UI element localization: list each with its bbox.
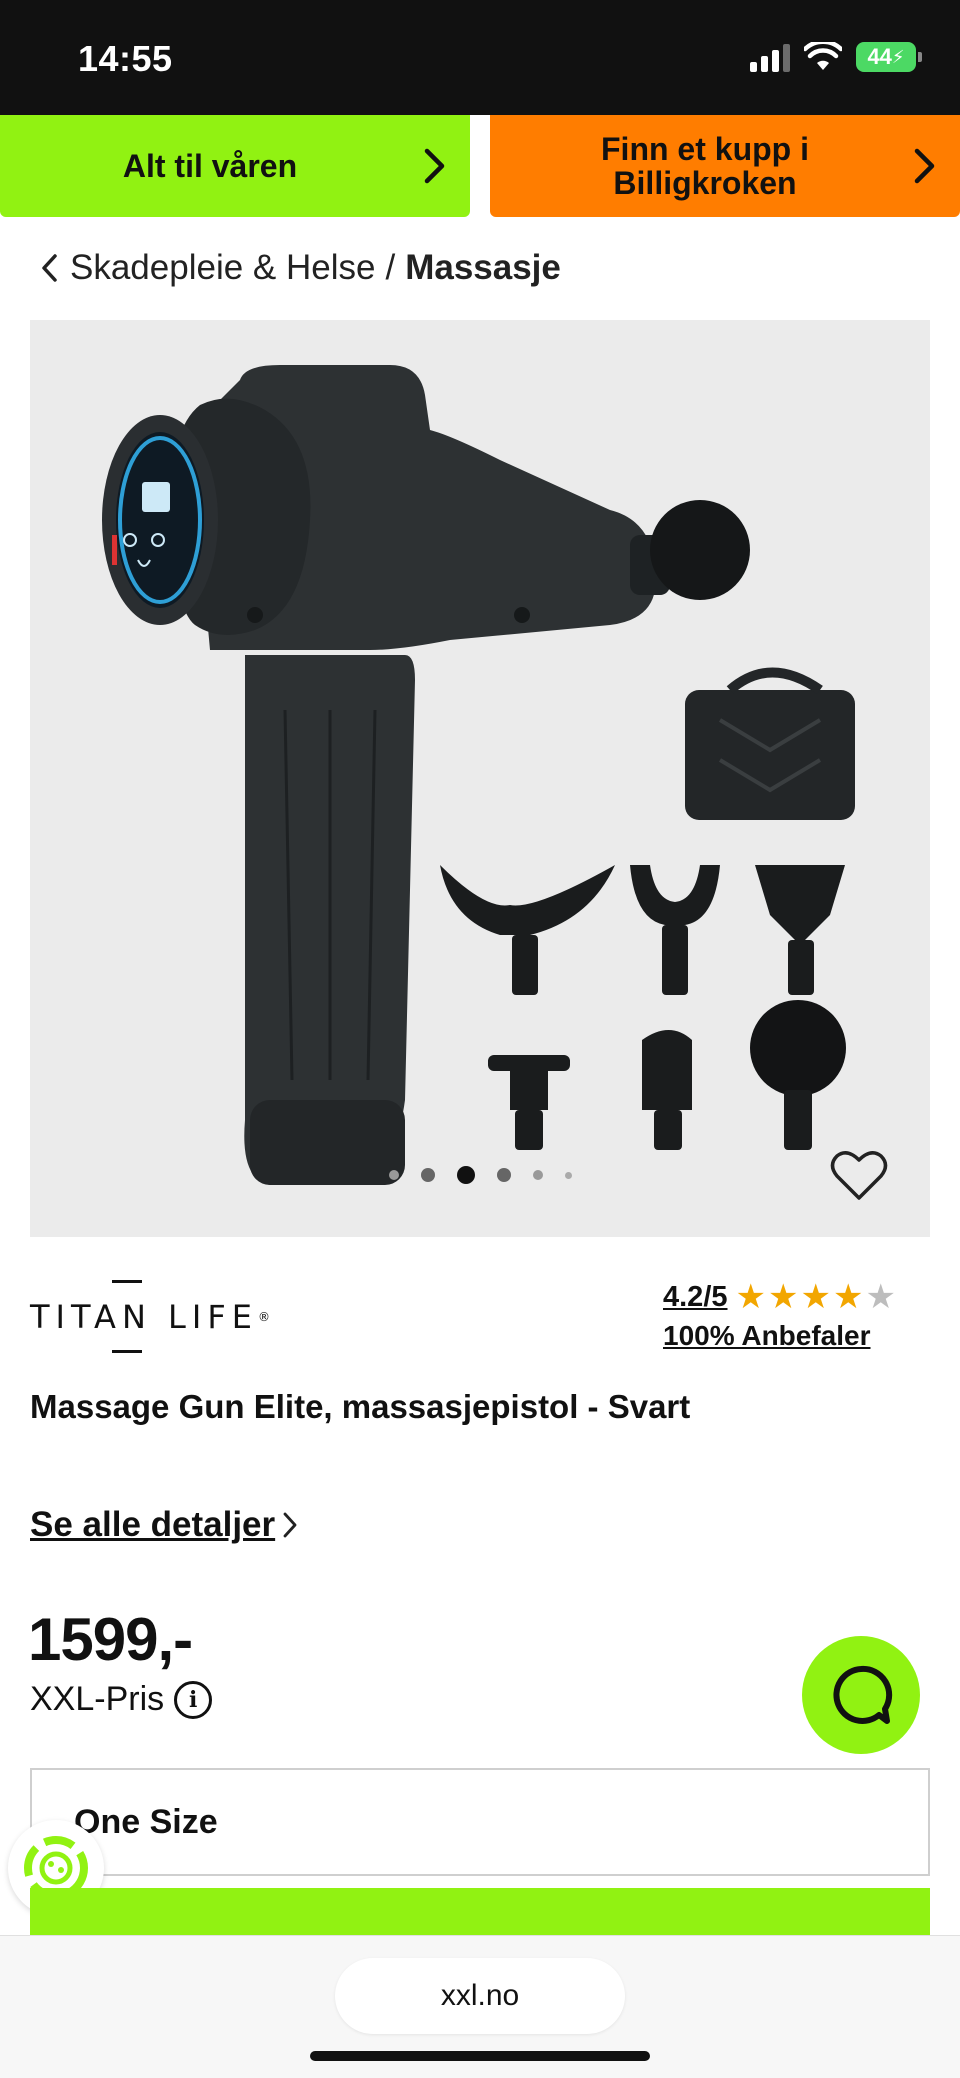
breadcrumb: Skadepleie & Helse / Massasje (40, 248, 561, 288)
home-indicator (310, 2051, 650, 2061)
size-select[interactable]: One Size (30, 1768, 930, 1876)
chevron-right-icon (283, 1512, 297, 1538)
star-icon: ★ (800, 1278, 831, 1316)
rating-stars: ★ ★ ★ ★ ★ (736, 1280, 896, 1314)
breadcrumb-separator: / (385, 248, 396, 287)
brand-logo[interactable]: TITAN LIFE ® (30, 1278, 270, 1356)
signal-icon (750, 42, 790, 72)
battery-level: 44 (867, 44, 892, 69)
heart-icon (830, 1151, 888, 1200)
product-image-gallery[interactable] (30, 320, 930, 1237)
info-icon[interactable]: i (174, 1680, 213, 1719)
carousel-dot[interactable] (420, 1168, 435, 1182)
promo-spring-banner[interactable]: Alt til våren (0, 115, 470, 217)
brand-logo-bar (112, 1280, 142, 1283)
product-image (102, 365, 855, 1185)
carousel-dot[interactable] (496, 1168, 511, 1182)
carousel-dots (30, 1166, 930, 1184)
status-bar: 14:55 44 ⚡ (0, 0, 960, 115)
product-price: 1599,- (28, 1606, 193, 1673)
star-empty-icon: ★ (865, 1278, 896, 1316)
star-icon: ★ (735, 1278, 766, 1316)
breadcrumb-parent[interactable]: Skadepleie & Helse (70, 248, 375, 288)
carousel-dot[interactable] (564, 1171, 572, 1179)
carousel-dot-active[interactable] (456, 1166, 475, 1184)
chevron-right-icon (890, 115, 960, 217)
brand-logo-bar (112, 1350, 142, 1353)
rating-summary[interactable]: 4.2/5 ★ ★ ★ ★ ★ 100% Anbefaler (663, 1280, 896, 1352)
wishlist-button[interactable] (830, 1150, 892, 1208)
breadcrumb-current[interactable]: Massasje (405, 248, 561, 288)
promo-bargain-banner[interactable]: Finn et kupp i Billigkroken (490, 115, 960, 217)
price-type-label: XXL-Pris (30, 1680, 165, 1718)
carousel-dot[interactable] (532, 1170, 543, 1180)
price-type: XXL-Pris i (30, 1680, 213, 1719)
see-details-label: Se alle detaljer (30, 1505, 276, 1544)
promo-bargain-label: Finn et kupp i Billigkroken (601, 131, 809, 201)
product-title: Massage Gun Elite, massasjepistol - Svar… (30, 1388, 691, 1425)
see-details-link[interactable]: Se alle detaljer (30, 1505, 297, 1545)
promo-spring-label: Alt til våren (122, 148, 298, 184)
star-icon: ★ (832, 1278, 864, 1316)
chevron-right-icon (400, 115, 470, 217)
carousel-dot[interactable] (388, 1170, 399, 1180)
address-bar[interactable]: xxl.no (335, 1958, 625, 2034)
brand-name: TITAN LIFE (30, 1298, 258, 1336)
address-bar-url: xxl.no (440, 1979, 520, 2012)
wifi-icon (804, 42, 842, 70)
chat-bubble-icon (833, 1665, 893, 1724)
add-to-cart-button[interactable] (30, 1888, 930, 1938)
chevron-left-icon[interactable] (40, 253, 58, 283)
status-icons: 44 ⚡ (750, 42, 922, 72)
browser-toolbar: xxl.no (0, 1935, 960, 2078)
status-time: 14:55 (78, 38, 173, 79)
recommend-percentage[interactable]: 100% Anbefaler (663, 1320, 896, 1352)
registered-mark: ® (257, 1310, 270, 1324)
size-value: One Size (74, 1802, 218, 1841)
star-icon: ★ (767, 1278, 799, 1316)
battery-icon: 44 ⚡ (856, 42, 922, 72)
rating-score[interactable]: 4.2/5 (663, 1281, 728, 1314)
chat-button[interactable] (802, 1636, 920, 1754)
